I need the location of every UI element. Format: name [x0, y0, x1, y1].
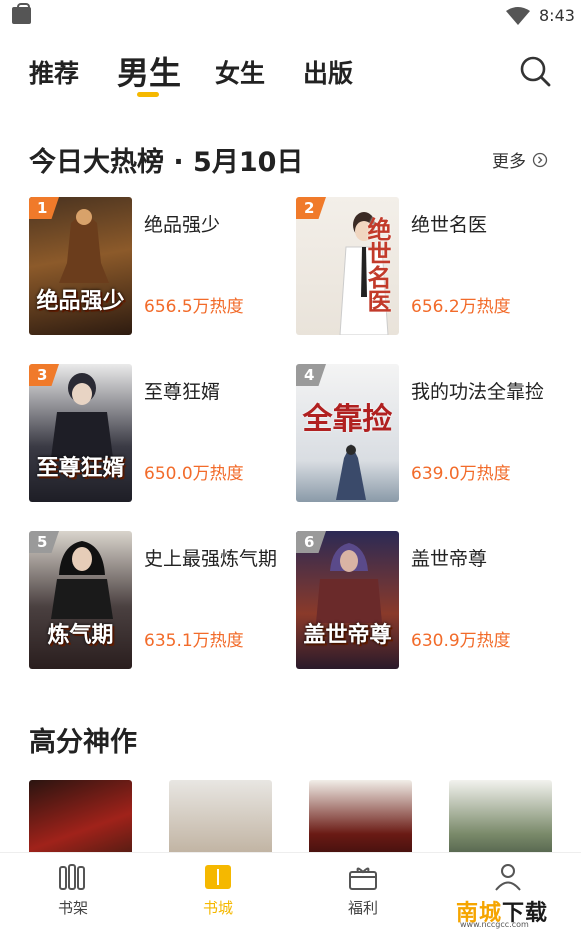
book-item[interactable]: 4 全靠捡 我的功法全靠捡 639.0万热度: [296, 364, 556, 504]
book-item[interactable]: 3 至尊狂婿 至尊狂婿 650.0万热度: [29, 364, 289, 504]
tab-recommend[interactable]: 推荐: [29, 54, 79, 90]
user-icon: [495, 864, 521, 891]
nav-label: 福利: [347, 899, 378, 917]
status-time: 8:43: [539, 6, 575, 25]
cover-figure: [51, 541, 113, 619]
high-score-title: 高分神作: [29, 727, 137, 758]
nav-bookshelf[interactable]: 书架: [33, 863, 113, 918]
tab-publish[interactable]: 出版: [303, 54, 353, 90]
book-heat: 656.5万热度: [144, 297, 244, 317]
book-cover[interactable]: 5 炼气期: [29, 531, 132, 669]
book-cover[interactable]: [449, 780, 552, 852]
book-title: 史上最强炼气期: [144, 548, 278, 570]
more-label: 更多: [492, 152, 526, 172]
cover-figure: [316, 543, 382, 623]
book-item[interactable]: 6 盖世帝尊 盖世帝尊 630.9万热度: [296, 531, 556, 671]
shopping-bag-icon: [12, 3, 31, 24]
status-bar: 8:43: [0, 0, 581, 32]
book-title: 至尊狂婿: [144, 381, 221, 403]
cover-title: 至尊狂婿: [36, 456, 125, 481]
chevron-right-circle-icon: [532, 152, 548, 167]
book-cover[interactable]: 6 盖世帝尊: [296, 531, 399, 669]
book-heat: 650.0万热度: [144, 464, 244, 484]
book-title: 我的功法全靠捡: [411, 381, 545, 403]
book-title: 绝品强少: [144, 214, 221, 236]
book-title: 绝世名医: [411, 214, 488, 236]
bookshelf-icon: [59, 864, 85, 890]
cover-title: 炼气期: [47, 623, 114, 648]
wifi-icon: [506, 7, 530, 25]
nav-label: 书城: [202, 899, 233, 917]
cover-title: 全靠捡: [302, 402, 393, 437]
nav-label: 书架: [57, 899, 88, 917]
high-score-row: [29, 780, 559, 852]
book-title: 盖世帝尊: [411, 548, 488, 570]
more-button[interactable]: 更多: [492, 147, 548, 172]
tab-male[interactable]: 男生: [117, 48, 181, 94]
cover-title: 绝品强少: [36, 289, 125, 314]
cover-title: 绝世名医: [363, 217, 391, 313]
book-cover[interactable]: [169, 780, 272, 852]
watermark-url: www.nccgcc.com: [460, 920, 529, 929]
book-heat: 639.0万热度: [411, 464, 511, 484]
book-item[interactable]: 5 炼气期 史上最强炼气期 635.1万热度: [29, 531, 289, 671]
book-cover[interactable]: 2 绝世名医: [296, 197, 399, 335]
active-tab-indicator: [137, 92, 159, 97]
book-cover[interactable]: [309, 780, 412, 852]
book-item[interactable]: 2 绝世名医 绝世名医 656.2万热度: [296, 197, 556, 337]
book-heat: 635.1万热度: [144, 631, 244, 651]
book-cover[interactable]: [29, 780, 132, 852]
search-icon[interactable]: [518, 54, 552, 88]
hot-list-title: 今日大热榜 · 5月10日: [29, 147, 304, 178]
book-cover[interactable]: 1 绝品强少: [29, 197, 132, 335]
book-heat: 630.9万热度: [411, 631, 511, 651]
book-cover[interactable]: 3 至尊狂婿: [29, 364, 132, 502]
category-tabs: 推荐 男生 女生 出版: [0, 44, 581, 104]
cover-title: 盖世帝尊: [303, 623, 392, 648]
rank-badge: 2: [296, 197, 326, 219]
book-cover[interactable]: 4 全靠捡: [296, 364, 399, 502]
open-book-icon: [205, 865, 231, 889]
gift-icon: [349, 867, 377, 890]
tab-female[interactable]: 女生: [215, 54, 265, 90]
cover-figure: [59, 209, 109, 283]
nav-bookstore[interactable]: 书城: [178, 863, 258, 918]
book-item[interactable]: 1 绝品强少 绝品强少 656.5万热度: [29, 197, 289, 337]
cover-figure: [336, 444, 366, 500]
rank-badge: 4: [296, 364, 326, 386]
cover-figure: [51, 373, 113, 458]
nav-welfare[interactable]: 福利: [323, 863, 403, 918]
book-heat: 656.2万热度: [411, 297, 511, 317]
